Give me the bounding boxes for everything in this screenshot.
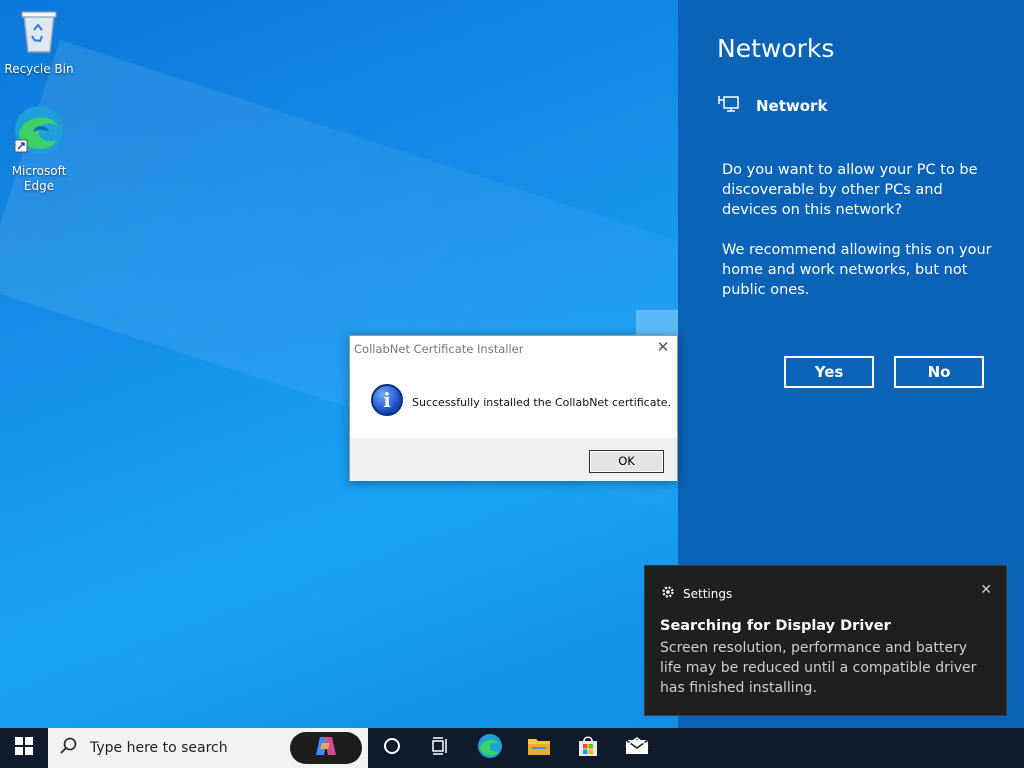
taskbar-search-box[interactable]: Type here to search [48,728,368,768]
ok-button[interactable]: OK [589,450,664,473]
file-explorer-icon [527,736,551,760]
info-icon: i [371,384,403,416]
notification-app-name: Settings [683,586,733,601]
yes-button[interactable]: Yes [784,356,874,388]
mail-icon [625,737,649,759]
store-button[interactable] [564,728,612,768]
close-icon[interactable]: ✕ [980,582,992,598]
copilot-button[interactable] [290,732,362,764]
edge-icon [1,104,77,160]
discoverable-question: Do you want to allow your PC to be disco… [722,162,978,218]
mail-button[interactable] [613,728,661,768]
edge-label: Microsoft Edge [11,164,67,193]
notification-header: Settings [661,585,732,602]
dialog-message: Successfully installed the CollabNet cer… [412,396,672,409]
edge-icon [477,733,503,763]
network-entry: Network [718,94,827,118]
task-view-icon [430,737,450,759]
certificate-installer-dialog: CollabNet Certificate Installer ✕ i Succ… [349,335,678,481]
desktop-icon-microsoft-edge[interactable]: Microsoft Edge [1,104,77,194]
windows-start-icon [15,737,33,759]
file-explorer-button[interactable] [515,728,563,768]
cortana-button[interactable] [368,728,416,768]
dialog-title: CollabNet Certificate Installer [354,342,524,356]
no-button[interactable]: No [894,356,984,388]
search-icon [60,737,78,759]
notification-body: Screen resolution, performance and batte… [660,640,977,696]
search-placeholder: Type here to search [90,740,228,756]
networks-title: Networks [717,34,835,63]
store-icon [577,735,599,761]
network-name: Network [756,97,828,115]
discoverable-prompt: Do you want to allow your PC to be disco… [722,160,992,320]
recycle-bin-icon [1,8,77,58]
desktop-icon-recycle-bin[interactable]: Recycle Bin [1,8,77,77]
settings-notification[interactable]: Settings ✕ Searching for Display Driver … [644,565,1007,716]
discoverable-recommendation: We recommend allowing this on your home … [722,242,992,298]
gear-icon [661,585,675,602]
taskbar-edge-button[interactable] [466,728,514,768]
dialog-body: i Successfully installed the CollabNet c… [350,366,677,438]
copilot-icon [314,735,338,761]
ethernet-icon [718,94,740,118]
taskbar: Type here to search [0,728,1024,768]
task-view-button[interactable] [416,728,464,768]
start-button[interactable] [0,728,48,768]
close-icon[interactable]: ✕ [655,339,671,355]
notification-title: Searching for Display Driver [660,618,891,634]
dialog-footer: OK [350,438,677,481]
cortana-icon [383,737,401,759]
recycle-bin-label: Recycle Bin [4,62,74,76]
